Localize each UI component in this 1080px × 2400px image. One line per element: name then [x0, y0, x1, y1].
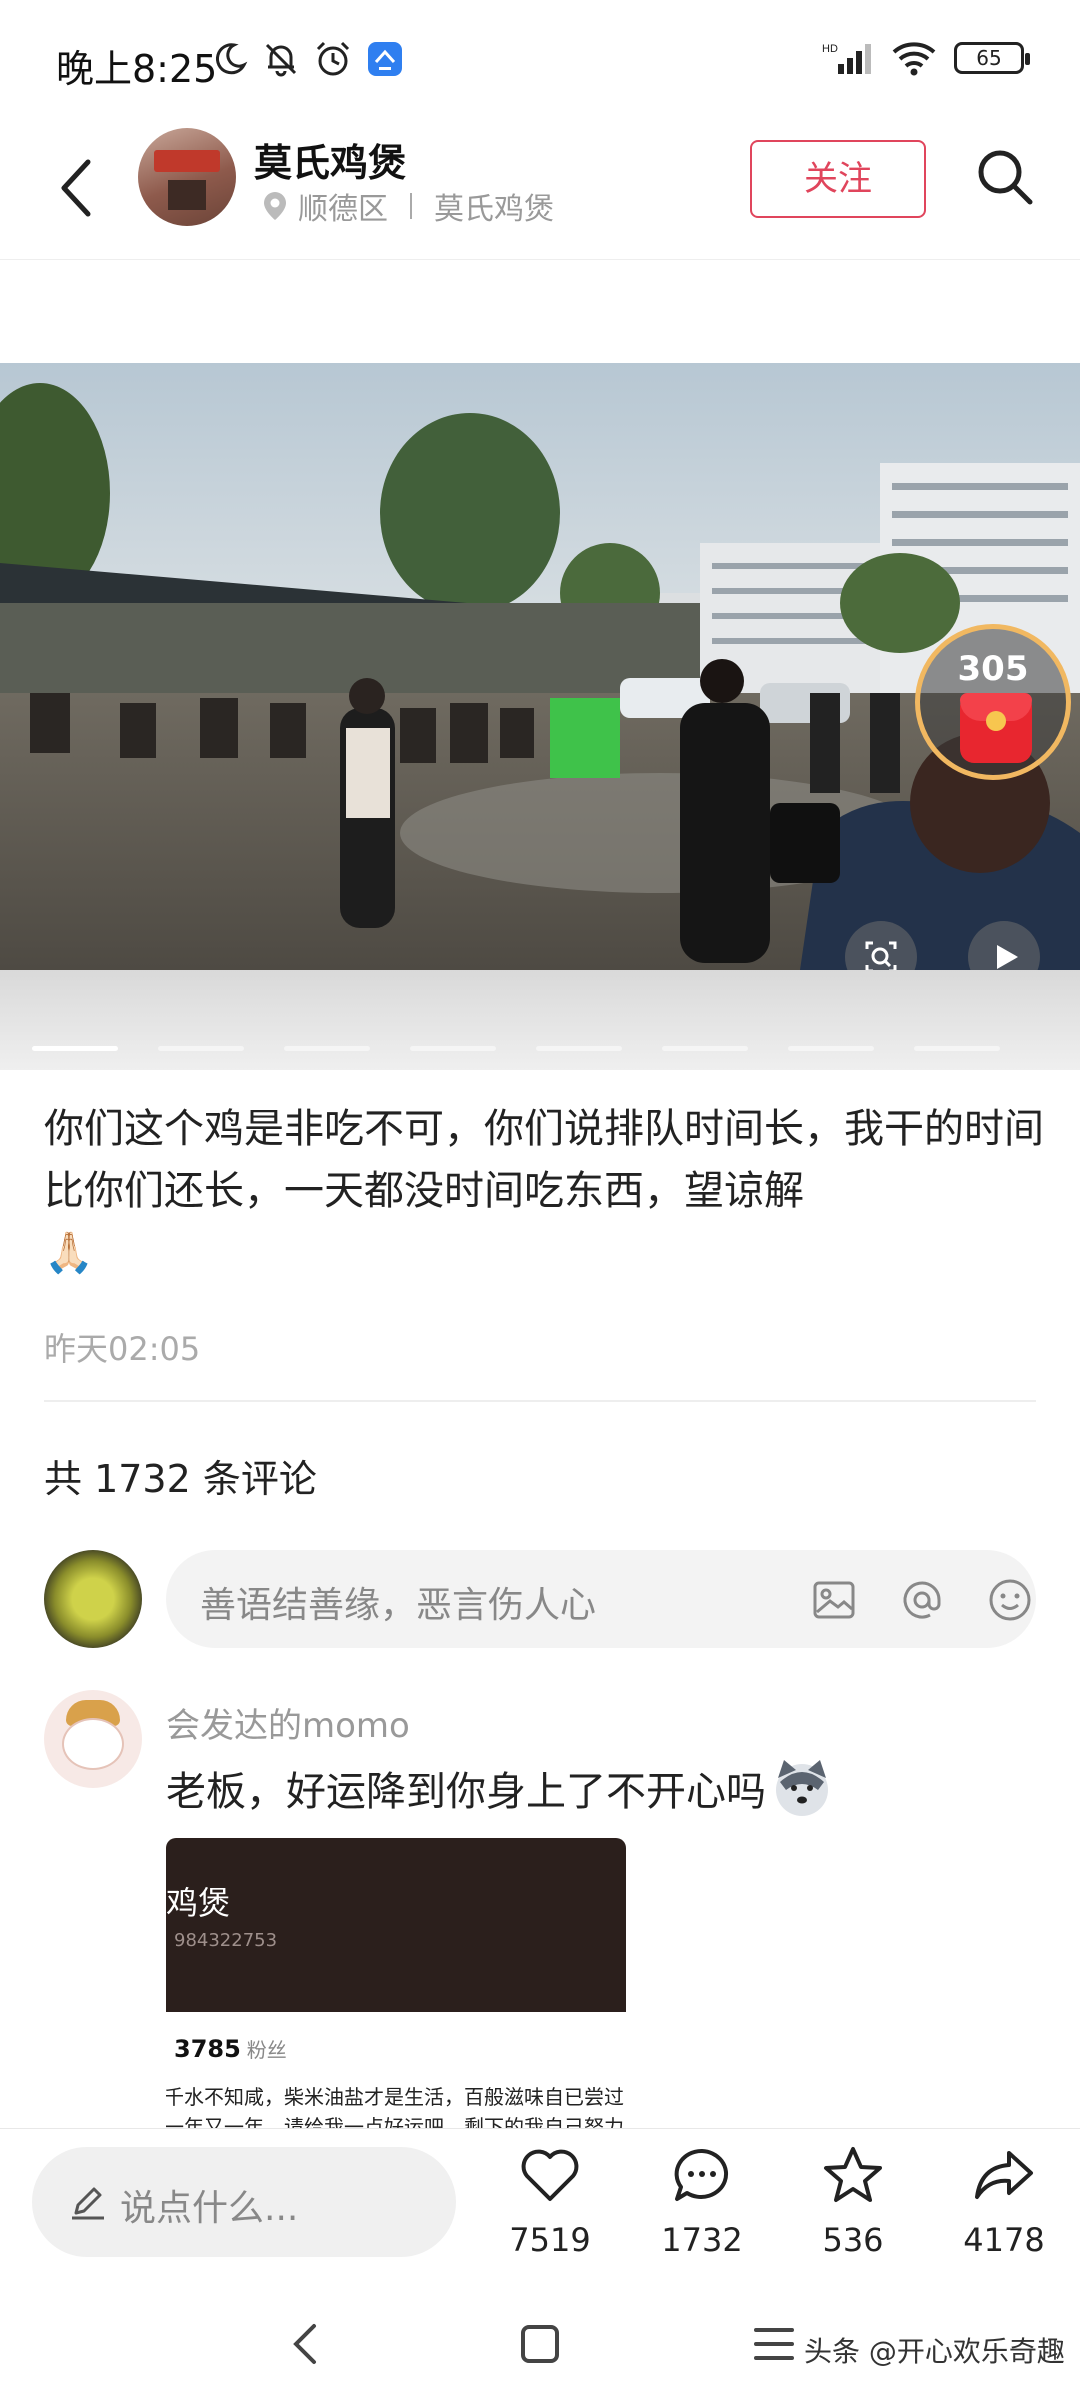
status-bar: 晚上8:25 HD 65: [0, 0, 1080, 120]
mention-icon[interactable]: [896, 1574, 948, 1626]
signal-icon: HD: [822, 43, 871, 74]
share-count: 4178: [963, 2221, 1045, 2259]
comment-count-bottom: 1732: [661, 2221, 743, 2259]
nav-menu-icon[interactable]: [744, 2314, 804, 2374]
photo-scene: [0, 363, 1080, 970]
moon-icon: [215, 43, 248, 75]
my-avatar: [44, 1550, 142, 1648]
post-text: 你们这个鸡是非吃不可，你们说排队时间长，我干的时间比你们还长，一天都没时间吃东西…: [44, 1098, 1044, 1284]
watermark: 头条 @开心欢乐奇趣: [804, 2335, 1065, 2368]
photo-strip: [0, 970, 1080, 1070]
comment-body: 老板，好运降到你身上了不开心吗: [166, 1769, 766, 1815]
red-packet-icon: [960, 693, 1032, 763]
carousel-dot: [788, 1046, 874, 1051]
carousel-dot: [914, 1046, 1000, 1051]
say-something-input[interactable]: 说点什么...: [32, 2147, 456, 2257]
bottom-action-bar: 说点什么... 7519 1732 536 4178: [0, 2128, 1080, 2278]
status-time: 晚上8:25: [56, 47, 218, 91]
red-packet-button[interactable]: 305: [915, 624, 1071, 780]
header: 莫氏鸡煲 顺德区 莫氏鸡煲 关注: [0, 120, 1080, 260]
comment-count: 共 1732 条评论: [44, 1457, 317, 1501]
location-name: 莫氏鸡煲: [434, 192, 554, 227]
comment-image-bio: 千水不知咸，柴米油盐才是生活，百般滋味自已尝过 一年又一年，请给我一点好运吧，剩…: [166, 2085, 624, 2128]
shop-avatar[interactable]: [138, 128, 236, 226]
comment-image-fans: 3785 粉丝: [174, 2035, 287, 2063]
share-button[interactable]: 4178: [944, 2143, 1064, 2259]
post-body: 你们这个鸡是非吃不可，你们说排队时间长，我干的时间比你们还长，一天都没时间吃东西…: [44, 1106, 1044, 1214]
pen-icon: [72, 2187, 104, 2220]
say-something-placeholder: 说点什么...: [120, 2188, 299, 2229]
favorite-button[interactable]: 536: [793, 2143, 913, 2259]
battery-indicator: 65: [954, 42, 1030, 74]
commenter-avatar[interactable]: [44, 1690, 142, 1788]
location-separator: [410, 193, 412, 219]
comment-icon: [674, 2148, 728, 2201]
comment-image-title: 鸡煲: [166, 1884, 231, 1922]
carousel-indicator: [32, 1046, 1000, 1051]
husky-emoji-icon: [776, 1760, 828, 1816]
back-arrow-icon[interactable]: [48, 150, 108, 226]
praying-hands-emoji: 🙏🏻: [44, 1230, 94, 1276]
search-icon[interactable]: [970, 142, 1040, 212]
follow-button[interactable]: 关注: [750, 140, 926, 218]
system-navigation-bar: 头条 @开心欢乐奇趣: [0, 2278, 1080, 2400]
nav-back-icon[interactable]: [276, 2314, 336, 2374]
emoji-icon[interactable]: [984, 1574, 1036, 1626]
wifi-icon: [892, 42, 936, 76]
comment-image[interactable]: 鸡煲 984322753 3785 粉丝 千水不知咸，柴米油盐才是生活，百般滋味自…: [166, 1838, 626, 2128]
share-arrow-icon: [975, 2151, 1033, 2199]
carousel-dot: [284, 1046, 370, 1051]
svg-text:HD: HD: [822, 43, 838, 55]
shop-name[interactable]: 莫氏鸡煲: [254, 132, 406, 187]
comment-text: 老板，好运降到你身上了不开心吗: [166, 1756, 834, 1820]
play-icon: [997, 945, 1018, 969]
photo-play-button[interactable]: [968, 921, 1040, 970]
divider: [44, 1400, 1036, 1402]
location-pin-icon: [264, 192, 286, 220]
scan-search-icon: [865, 941, 897, 970]
carousel-dot: [410, 1046, 496, 1051]
star-icon: [824, 2147, 882, 2202]
carousel-dot: [158, 1046, 244, 1051]
like-count: 7519: [509, 2221, 591, 2259]
bell-off-icon: [265, 43, 297, 77]
carousel-dot: [536, 1046, 622, 1051]
app-notification-icon: [368, 42, 402, 76]
alarm-icon: [316, 41, 350, 76]
carousel-dot: [32, 1046, 118, 1051]
post-time: 昨天02:05: [44, 1330, 201, 1368]
district-label: 顺德区: [298, 192, 388, 227]
nav-home-icon[interactable]: [510, 2314, 570, 2374]
image-icon[interactable]: [808, 1574, 860, 1626]
commenter-username[interactable]: 会发达的momo: [166, 1698, 410, 1747]
comment-input[interactable]: 善语结善缘，恶言伤人心: [166, 1550, 1036, 1648]
heart-icon: [521, 2149, 579, 2201]
carousel-dot: [662, 1046, 748, 1051]
comment-input-placeholder: 善语结善缘，恶言伤人心: [200, 1585, 597, 1626]
red-packet-count: 305: [957, 649, 1029, 689]
comment-image-id: 984322753: [174, 1930, 278, 1951]
post-photo[interactable]: [0, 363, 1080, 970]
favorite-count: 536: [822, 2221, 884, 2259]
photo-zoom-button[interactable]: [845, 921, 917, 970]
comment-button[interactable]: 1732: [642, 2143, 762, 2259]
location-info[interactable]: 顺德区 莫氏鸡煲: [262, 184, 554, 228]
like-button[interactable]: 7519: [490, 2143, 610, 2259]
